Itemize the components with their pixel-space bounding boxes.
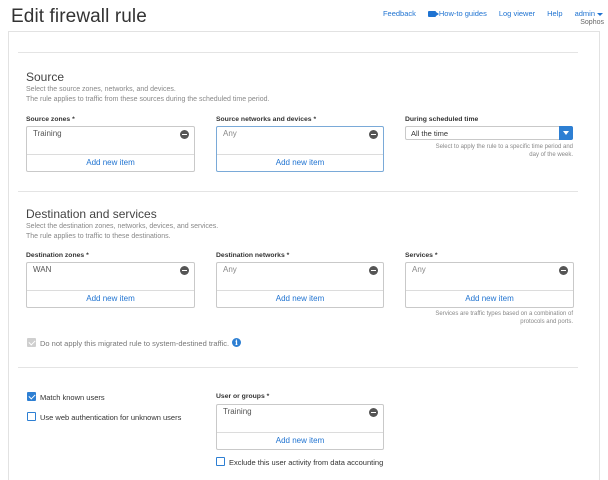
source-network-item: Any (223, 129, 237, 138)
user-group-item: Training (223, 407, 252, 416)
info-icon[interactable]: i (232, 338, 241, 347)
admin-menu[interactable]: admin (575, 9, 603, 18)
remove-icon[interactable] (180, 130, 189, 139)
page-header: Edit firewall rule Feedback How-to guide… (0, 0, 608, 34)
add-service-button[interactable]: Add new item (406, 294, 573, 303)
destination-zone-item: WAN (33, 265, 52, 274)
exclude-accounting-label: Exclude this user activity from data acc… (229, 458, 384, 467)
services-list[interactable]: Any Add new item (405, 262, 574, 308)
migrated-rule-checkbox[interactable] (27, 338, 36, 347)
source-networks-label: Source networks and devices * (216, 116, 317, 123)
schedule-label: During scheduled time (405, 116, 479, 123)
destination-network-item: Any (223, 265, 237, 274)
source-section-desc-2: The rule applies to traffic from these s… (26, 96, 270, 103)
divider (18, 52, 578, 53)
source-zone-item: Training (33, 129, 62, 138)
schedule-select[interactable]: All the time (405, 126, 573, 140)
remove-icon[interactable] (369, 266, 378, 275)
add-user-group-button[interactable]: Add new item (217, 436, 383, 445)
web-auth-checkbox[interactable] (27, 412, 36, 421)
source-section-title: Source (26, 70, 65, 84)
source-zones-label: Source zones * (26, 116, 75, 123)
web-auth-label: Use web authentication for unknown users (40, 413, 182, 422)
schedule-selected-value: All the time (411, 129, 449, 138)
feedback-link[interactable]: Feedback (383, 9, 416, 18)
how-to-guides-link[interactable]: How-to guides (427, 9, 487, 18)
divider (18, 191, 578, 192)
services-hint: Services are traffic types based on a co… (435, 311, 573, 325)
remove-icon[interactable] (369, 408, 378, 417)
source-networks-list[interactable]: Any Add new item (216, 126, 384, 172)
top-links: Feedback How-to guides Log viewer Help a… (371, 9, 603, 18)
service-item: Any (412, 265, 426, 274)
log-viewer-link[interactable]: Log viewer (499, 9, 535, 18)
schedule-hint: Select to apply the rule to a specific t… (435, 144, 573, 158)
divider (18, 367, 578, 368)
destination-networks-list[interactable]: Any Add new item (216, 262, 384, 308)
add-source-zone-button[interactable]: Add new item (27, 158, 194, 167)
user-groups-label: User or groups * (216, 393, 270, 400)
chevron-down-icon (597, 12, 603, 16)
add-source-network-button[interactable]: Add new item (217, 158, 383, 167)
add-destination-zone-button[interactable]: Add new item (27, 294, 194, 303)
remove-icon[interactable] (369, 130, 378, 139)
destination-section-desc-2: The rule applies to traffic to these des… (26, 233, 171, 240)
exclude-accounting-checkbox[interactable] (216, 457, 225, 466)
video-camera-icon (427, 11, 439, 18)
chevron-down-icon[interactable] (559, 126, 573, 140)
remove-icon[interactable] (559, 266, 568, 275)
remove-icon[interactable] (180, 266, 189, 275)
source-zones-list[interactable]: Training Add new item (26, 126, 195, 172)
source-section-desc-1: Select the source zones, networks, and d… (26, 86, 176, 93)
organization-name: Sophos (580, 19, 604, 26)
destination-section-desc-1: Select the destination zones, networks, … (26, 223, 219, 230)
destination-zones-label: Destination zones * (26, 252, 89, 259)
page-title: Edit firewall rule (11, 6, 147, 27)
add-destination-network-button[interactable]: Add new item (217, 294, 383, 303)
services-label: Services * (405, 252, 438, 259)
destination-networks-label: Destination networks * (216, 252, 290, 259)
help-link[interactable]: Help (547, 9, 562, 18)
user-groups-list[interactable]: Training Add new item (216, 404, 384, 450)
match-known-users-label: Match known users (40, 393, 105, 402)
match-known-users-checkbox[interactable] (27, 392, 36, 401)
migrated-rule-label: Do not apply this migrated rule to syste… (40, 339, 230, 348)
destination-zones-list[interactable]: WAN Add new item (26, 262, 195, 308)
destination-section-title: Destination and services (26, 207, 157, 221)
